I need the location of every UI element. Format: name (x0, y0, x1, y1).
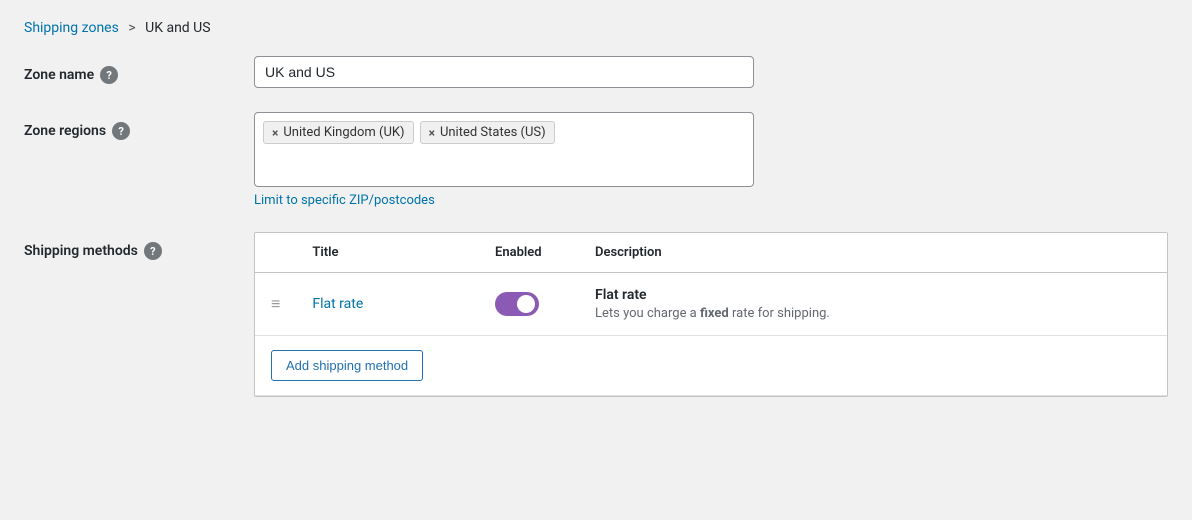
method-enabled-cell (479, 273, 579, 336)
zone-name-content (254, 56, 1168, 88)
region-remove-uk[interactable]: × (272, 127, 278, 139)
zone-regions-label-cell: Zone regions ? (24, 112, 254, 140)
col-enabled-header: Enabled (479, 233, 579, 273)
region-label-us: United States (US) (440, 125, 546, 140)
zone-name-label: Zone name (24, 67, 94, 83)
limit-postcodes-link[interactable]: Limit to specific ZIP/postcodes (254, 193, 1168, 208)
shipping-methods-label: Shipping methods (24, 243, 138, 259)
desc-for: for (758, 306, 774, 321)
shipping-zones-link[interactable]: Shipping zones (24, 20, 119, 36)
methods-table-head: Title Enabled Description (255, 233, 1167, 273)
shipping-methods-label-cell: Shipping methods ? (24, 232, 254, 260)
drag-handle-cell: ≡ (255, 273, 296, 336)
zone-regions-box[interactable]: × United Kingdom (UK) × United States (U… (254, 112, 754, 187)
region-tag-us: × United States (US) (420, 121, 555, 144)
add-method-cell: Add shipping method (255, 336, 1167, 396)
methods-table-body: ≡ Flat rate (255, 273, 1167, 396)
zone-regions-row: Zone regions ? × United Kingdom (UK) × U… (24, 112, 1168, 208)
zone-regions-help-icon[interactable]: ? (112, 122, 130, 140)
zone-name-input[interactable] (254, 56, 754, 88)
shipping-methods-help-icon[interactable]: ? (144, 242, 162, 260)
zone-regions-label: Zone regions (24, 123, 106, 139)
method-title-link[interactable]: Flat rate (312, 296, 363, 312)
method-description-cell: Flat rate Lets you charge a fixed rate f… (579, 273, 1167, 336)
method-enabled-toggle[interactable] (495, 292, 539, 316)
methods-table-header-row: Title Enabled Description (255, 233, 1167, 273)
toggle-wrapper (495, 292, 539, 316)
methods-table: Title Enabled Description ≡ Flat rate (255, 233, 1167, 396)
shipping-methods-wrapper: Title Enabled Description ≡ Flat rate (254, 232, 1168, 397)
col-drag-header (255, 233, 296, 273)
zone-name-label-cell: Zone name ? (24, 56, 254, 84)
zone-name-help-icon[interactable]: ? (100, 66, 118, 84)
desc-highlight-fixed: fixed (700, 306, 729, 321)
method-title-cell: Flat rate (296, 273, 479, 336)
method-desc-text: Lets you charge a fixed rate for shippin… (595, 306, 830, 321)
toggle-slider (495, 292, 539, 316)
region-tag-uk: × United Kingdom (UK) (263, 121, 414, 144)
col-description-header: Description (579, 233, 1167, 273)
zone-regions-content: × United Kingdom (UK) × United States (U… (254, 112, 1168, 208)
method-desc-title: Flat rate (595, 287, 1151, 303)
breadcrumb-current: UK and US (145, 20, 210, 36)
zone-name-row: Zone name ? (24, 56, 1168, 88)
shipping-methods-row: Shipping methods ? Title Enabled Descrip… (24, 232, 1168, 397)
breadcrumb-separator: > (128, 20, 135, 36)
drag-icon[interactable]: ≡ (271, 294, 280, 313)
add-method-row: Add shipping method (255, 336, 1167, 396)
shipping-methods-content: Title Enabled Description ≡ Flat rate (254, 232, 1168, 397)
region-label-uk: United Kingdom (UK) (283, 125, 404, 140)
region-remove-us[interactable]: × (429, 127, 435, 139)
breadcrumb: Shipping zones > UK and US (24, 20, 1168, 36)
add-shipping-method-button[interactable]: Add shipping method (271, 350, 423, 381)
col-title-header: Title (296, 233, 479, 273)
table-row: ≡ Flat rate (255, 273, 1167, 336)
